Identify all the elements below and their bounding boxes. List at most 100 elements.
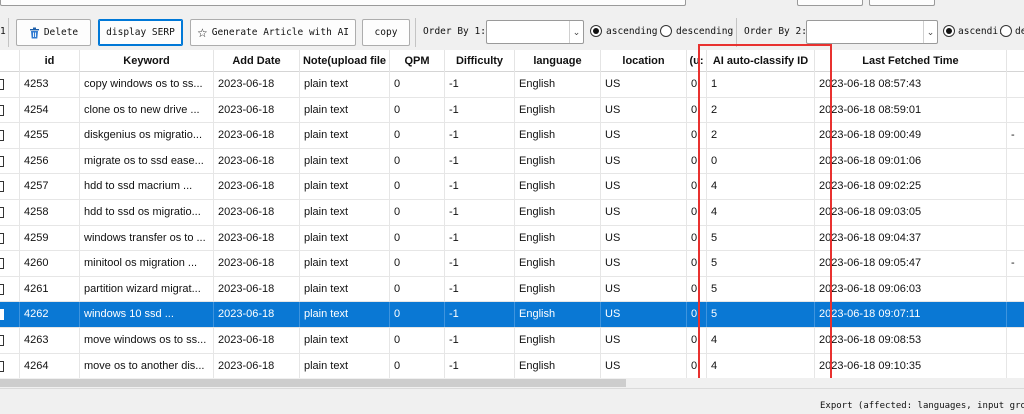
note-cell[interactable]: plain text [300, 328, 390, 353]
extra-cell[interactable] [1007, 277, 1024, 302]
keyword-cell[interactable]: migrate os to ssd ease... [80, 148, 214, 174]
location-cell[interactable]: US [601, 97, 687, 123]
order-1-ascending-radio[interactable] [590, 25, 602, 37]
language-cell[interactable]: English [515, 276, 601, 302]
keyword-cell[interactable]: clone os to new drive ... [80, 97, 214, 123]
u-cell[interactable]: 0 [687, 97, 707, 123]
note-cell[interactable]: plain text [300, 148, 390, 174]
add-date-cell[interactable]: 2023-06-18 [214, 302, 300, 328]
keyword-cell[interactable]: hdd to ssd macrium ... [80, 174, 214, 200]
column-header[interactable]: id [20, 50, 80, 72]
language-cell[interactable]: English [515, 200, 601, 225]
location-cell[interactable]: US [601, 174, 687, 200]
column-header[interactable]: Add Date [214, 50, 300, 72]
keyword-cell[interactable]: move os to another dis... [80, 353, 214, 378]
u-cell[interactable]: 0 [687, 276, 707, 302]
location-cell[interactable]: US [601, 353, 687, 378]
location-cell[interactable]: US [601, 148, 687, 174]
ai-classify-id-cell[interactable]: 5 [707, 276, 815, 302]
location-cell[interactable]: US [601, 200, 687, 225]
qpm-cell[interactable]: 0 [390, 200, 445, 225]
copy-button[interactable]: copy [362, 19, 410, 46]
language-cell[interactable]: English [515, 353, 601, 378]
location-cell[interactable]: US [601, 276, 687, 302]
id-cell[interactable]: 4261 [20, 276, 80, 302]
last-fetched-cell[interactable]: 2023-06-18 09:07:11 [815, 302, 1007, 328]
table-row[interactable]: 4257 hdd to ssd macrium ... 2023-06-18 plai… [0, 174, 1024, 200]
note-cell[interactable]: plain text [300, 276, 390, 302]
add-date-cell[interactable]: 2023-06-18 [214, 148, 300, 174]
u-cell[interactable]: 0 [687, 174, 707, 200]
ai-classify-id-cell[interactable]: 5 [707, 302, 815, 328]
location-cell[interactable]: US [601, 251, 687, 277]
note-cell[interactable]: plain text [300, 225, 390, 251]
id-cell[interactable]: 4259 [20, 225, 80, 251]
table-row[interactable]: 4264 move os to another dis... 2023-06-18 p… [0, 353, 1024, 378]
qpm-cell[interactable]: 0 [390, 302, 445, 328]
delete-button[interactable]: Delete [16, 19, 91, 46]
note-cell[interactable]: plain text [300, 123, 390, 149]
extra-cell[interactable] [1007, 354, 1024, 378]
id-cell[interactable]: 4263 [20, 328, 80, 353]
u-cell[interactable]: 0 [687, 123, 707, 149]
table-row[interactable]: 4253 copy windows os to ss... 2023-06-18 pl… [0, 72, 1024, 98]
language-cell[interactable]: English [515, 225, 601, 251]
column-header[interactable] [1007, 50, 1024, 72]
table-row[interactable]: 4254 clone os to new drive ... 2023-06-18 p… [0, 97, 1024, 124]
extra-cell[interactable] [1007, 328, 1024, 353]
top-button-fragment-1[interactable] [797, 0, 863, 6]
table-row[interactable]: 4260 minitool os migration ... 2023-06-18 p… [0, 251, 1024, 277]
note-cell[interactable]: plain text [300, 251, 390, 277]
display-serp-button[interactable]: display SERP [98, 19, 183, 46]
order-1-descending-radio[interactable] [660, 25, 672, 37]
id-cell[interactable]: 4253 [20, 72, 80, 97]
order-2-descending-radio[interactable] [1000, 25, 1012, 37]
ai-classify-id-cell[interactable]: 2 [707, 123, 815, 149]
add-date-cell[interactable]: 2023-06-18 [214, 251, 300, 277]
id-cell[interactable]: 4264 [20, 353, 80, 378]
row-checkbox[interactable] [0, 335, 4, 346]
difficulty-cell[interactable]: -1 [445, 302, 515, 328]
location-cell[interactable]: US [601, 72, 687, 97]
difficulty-cell[interactable]: -1 [445, 251, 515, 277]
keyword-cell[interactable]: copy windows os to ss... [80, 72, 214, 97]
u-cell[interactable]: 0 [687, 328, 707, 353]
u-cell[interactable]: 0 [687, 200, 707, 225]
difficulty-cell[interactable]: -1 [445, 225, 515, 251]
language-cell[interactable]: English [515, 148, 601, 174]
id-cell[interactable]: 4255 [20, 123, 80, 149]
last-fetched-cell[interactable]: 2023-06-18 09:04:37 [815, 225, 1007, 251]
table-row[interactable]: 4263 move windows os to ss... 2023-06-18 pl… [0, 328, 1024, 354]
keyword-cell[interactable]: minitool os migration ... [80, 251, 214, 277]
qpm-cell[interactable]: 0 [390, 276, 445, 302]
qpm-cell[interactable]: 0 [390, 328, 445, 353]
difficulty-cell[interactable]: -1 [445, 174, 515, 200]
qpm-cell[interactable]: 0 [390, 251, 445, 277]
chevron-down-icon[interactable]: ⌄ [569, 21, 583, 43]
qpm-cell[interactable]: 0 [390, 174, 445, 200]
table-row[interactable]: 4261 partition wizard migrat... 2023-06-18… [0, 276, 1024, 303]
last-fetched-cell[interactable]: 2023-06-18 09:01:06 [815, 148, 1007, 174]
location-cell[interactable]: US [601, 302, 687, 328]
u-cell[interactable]: 0 [687, 225, 707, 251]
difficulty-cell[interactable]: -1 [445, 97, 515, 123]
id-cell[interactable]: 4256 [20, 148, 80, 174]
difficulty-cell[interactable]: -1 [445, 72, 515, 97]
difficulty-cell[interactable]: -1 [445, 328, 515, 353]
ai-classify-id-cell[interactable]: 4 [707, 328, 815, 353]
column-header[interactable] [0, 50, 20, 72]
language-cell[interactable]: English [515, 72, 601, 97]
column-header[interactable]: Difficulty [445, 50, 515, 72]
extra-cell[interactable]: - [1007, 123, 1024, 148]
row-checkbox[interactable] [0, 232, 4, 244]
id-cell[interactable]: 4260 [20, 251, 80, 277]
u-cell[interactable]: 0 [687, 251, 707, 277]
u-cell[interactable]: 0 [687, 302, 707, 328]
keyword-cell[interactable]: windows 10 ssd ... [80, 302, 214, 328]
ai-classify-id-cell[interactable]: 2 [707, 97, 815, 123]
table-row[interactable]: 4259 windows transfer os to ... 2023-06-18… [0, 225, 1024, 252]
u-cell[interactable]: 0 [687, 148, 707, 174]
extra-cell[interactable] [1007, 200, 1024, 225]
add-date-cell[interactable]: 2023-06-18 [214, 225, 300, 251]
column-header[interactable]: Keyword [80, 50, 214, 72]
